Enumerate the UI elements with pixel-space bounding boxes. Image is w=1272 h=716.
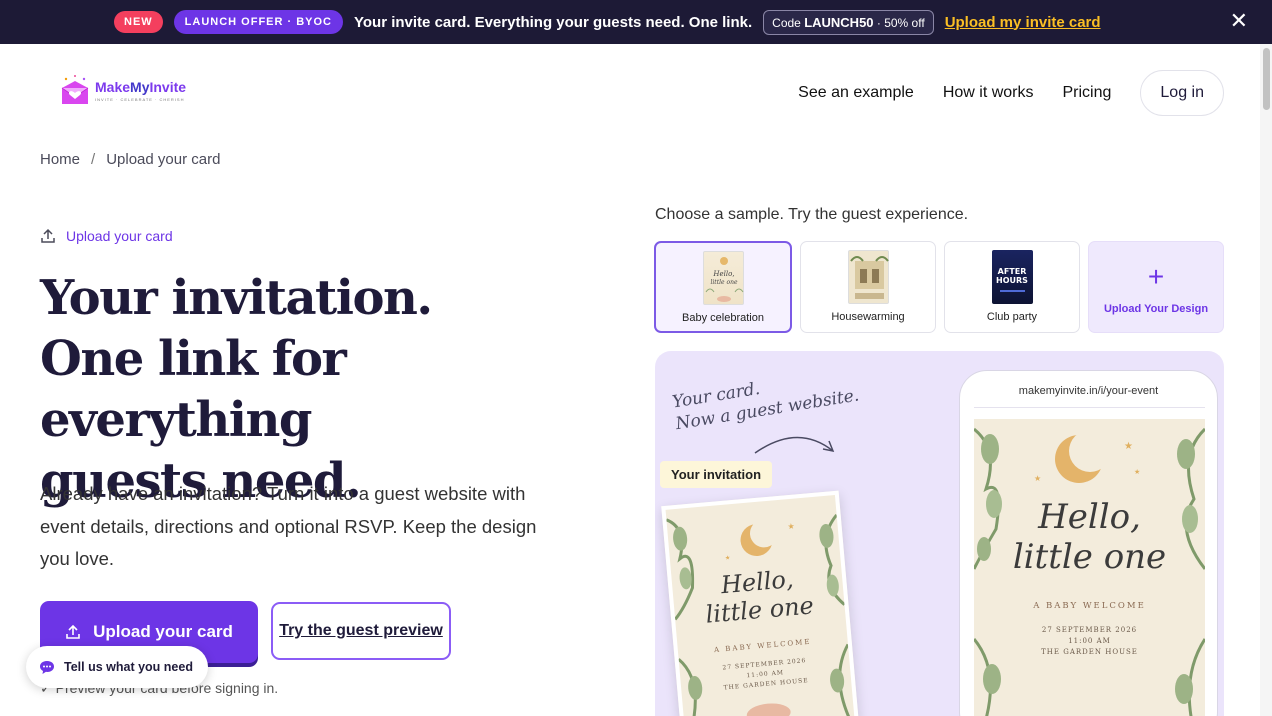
scrollbar-thumb[interactable] [1263,48,1270,110]
sample-thumbnail [847,250,889,304]
breadcrumb: Home / Upload your card [40,151,220,168]
sample-club-party[interactable]: AFTER HOURS Club party [944,241,1080,333]
breadcrumb-home[interactable]: Home [40,151,80,168]
card-details: 27 SEPTEMBER 2026 11:00 AM THE GARDEN HO… [974,625,1205,658]
card-venue: THE GARDEN HOUSE [1041,648,1138,656]
svg-text:★: ★ [1124,441,1133,452]
sample-label: Club party [986,311,1038,323]
phone-invitation-card: ★ ★ ★ Hello, little one A BABY WELCOME 27 … [974,419,1205,716]
samples-heading: Choose a sample. Try the guest experienc… [655,206,969,223]
feedback-chat-button[interactable]: Tell us what you need [26,646,208,688]
guest-preview-label: Try the guest preview [279,622,443,639]
sample-thumbnail: AFTER HOURS [991,250,1033,304]
page-scrollbar[interactable] [1260,44,1272,716]
svg-text:Hello,: Hello, [712,270,734,278]
curved-arrow-icon [754,436,835,454]
guest-preview-panel: Your card. Now a guest website. Your inv… [655,351,1224,716]
promo-code: LAUNCH50 [804,14,874,30]
upload-icon [41,228,55,243]
logo-name-part: Invite [149,78,187,95]
sample-label: Housewarming [831,311,905,323]
title-line: One link for everything [40,331,347,448]
svg-text:★: ★ [1034,474,1041,483]
upload-your-design[interactable]: + Upload Your Design [1088,241,1224,333]
promo-code-prefix: Code [772,15,801,30]
svg-text:AFTER: AFTER [997,267,1026,276]
sample-list: Hello, little one Baby celebration Housew… [654,241,1224,333]
card-time: 11:00 AM [1068,637,1111,645]
sample-baby-celebration[interactable]: Hello, little one Baby celebration [654,241,792,333]
svg-text:★: ★ [725,554,731,561]
upload-card-label: Upload your card [93,622,233,641]
invitation-card: ★ ★ Hello, little one A BABY WELCOME 27 S… [661,490,859,716]
logo-name-part: My [130,78,150,95]
envelope-heart-icon [60,73,90,107]
card-subtitle: A BABY WELCOME [1033,601,1146,611]
nav-pricing[interactable]: Pricing [1063,84,1112,102]
sample-housewarming[interactable]: Housewarming [800,241,936,333]
title-line: Your invitation. [40,270,433,326]
close-icon[interactable]: ✕ [1230,10,1248,32]
page-title: Your invitation. One link for everything… [40,268,580,512]
upload-icon [66,624,80,639]
logo-text: MakeMyInvite INVITE · CELEBRATE · CHERIS… [95,79,186,102]
new-badge: NEW [114,11,163,33]
main-nav: See an example How it works Pricing Log … [798,70,1224,116]
phone-preview: makemyinvite.in/i/your-event ★ ★ ★ Hello, … [959,370,1218,716]
plus-icon: + [1147,261,1165,292]
svg-text:★: ★ [787,522,795,532]
offer-badge: LAUNCH OFFER · BYOC [173,10,343,34]
card-greeting-line: Hello, [1038,497,1141,537]
svg-text:★: ★ [1134,468,1140,476]
sample-label: Baby celebration [682,312,764,324]
card-date: 27 SEPTEMBER 2026 [1041,626,1138,634]
guest-preview-button[interactable]: Try the guest preview [271,602,451,660]
card-greeting-line: little one [1012,537,1167,577]
hero-subtitle: Already have an invitation? Turn it into… [40,483,537,569]
promo-banner: NEW LAUNCH OFFER · BYOC Your invite card… [0,0,1272,44]
nav-how-it-works[interactable]: How it works [943,84,1034,102]
upload-tag-label: Upload your card [66,228,173,244]
breadcrumb-separator: / [91,151,96,168]
logo-tagline: INVITE · CELEBRATE · CHERISH [95,96,185,102]
promo-code-suffix: · 50% off [876,15,925,30]
upload-design-label: Upload Your Design [1103,303,1209,315]
promo-code-badge: Code LAUNCH50 · 50% off [763,9,934,35]
svg-text:little one: little one [710,279,738,286]
url-divider [974,407,1205,408]
banner-message: Your invite card. Everything your guests… [354,13,753,31]
chat-bubble-icon [40,661,54,674]
breadcrumb-current: Upload your card [106,151,221,168]
invitation-tag: Your invitation [660,461,773,488]
svg-text:HOURS: HOURS [996,276,1028,285]
upload-tag: Upload your card [40,228,173,244]
logo[interactable]: MakeMyInvite INVITE · CELEBRATE · CHERIS… [60,73,186,107]
nav-see-example[interactable]: See an example [798,84,914,102]
login-button[interactable]: Log in [1140,70,1224,116]
card-greeting: Hello, little one [974,497,1205,577]
phone-url-bar: makemyinvite.in/i/your-event [1018,385,1159,397]
logo-name-part: Make [95,78,131,95]
chat-label: Tell us what you need [64,660,193,674]
sample-thumbnail: Hello, little one [702,251,744,305]
banner-upload-link[interactable]: Upload my invite card [945,14,1101,31]
logo-name: MakeMyInvite [95,79,186,95]
